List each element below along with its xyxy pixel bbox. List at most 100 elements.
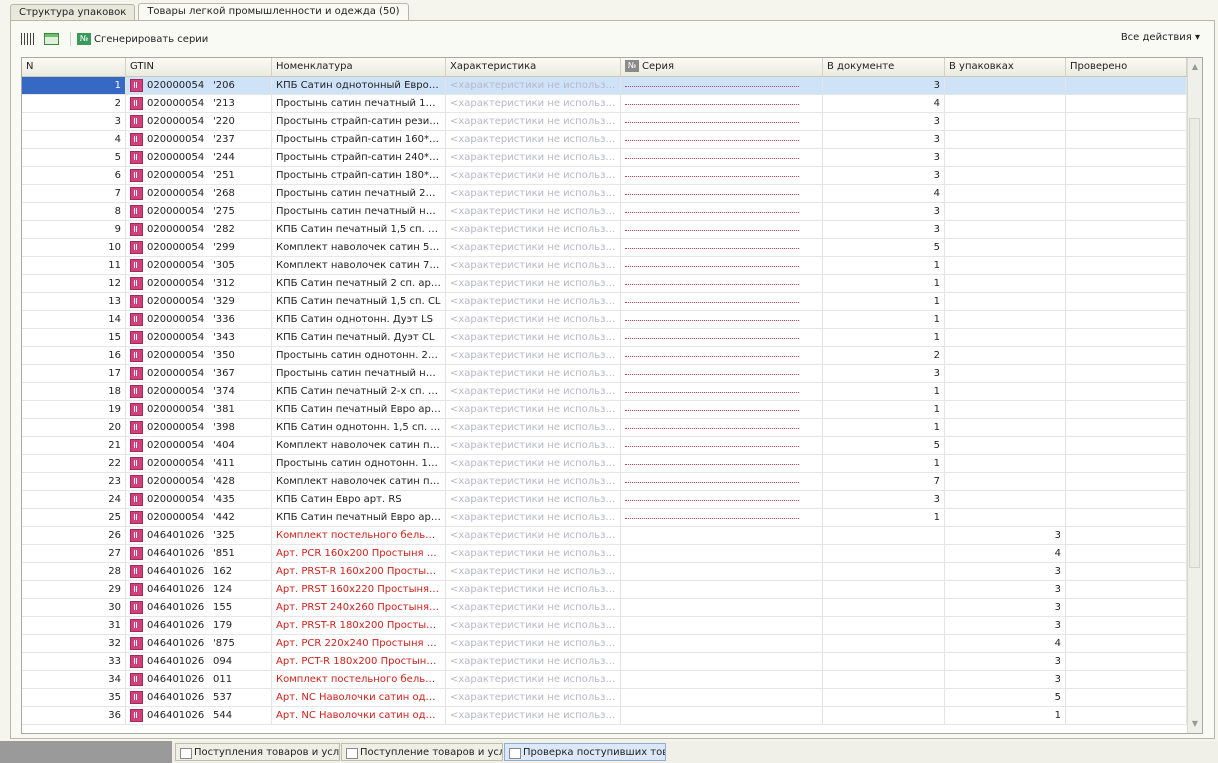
characteristic-cell[interactable]: <характеристики не используют... [446,239,621,256]
nomenclature-cell[interactable]: Простынь страйп-сатин 180*200 ... [272,167,446,184]
nomenclature-cell[interactable]: Простынь страйп-сатин резинке ... [272,113,446,130]
gtin-cell[interactable]: 020000054 '350 [126,347,272,364]
serie-cell[interactable] [621,473,823,490]
table-row[interactable]: 21 020000054 '404 Комплект наволочек сатин … [22,437,1187,455]
nomenclature-cell[interactable]: Простынь сатин печатный 160*2... [272,95,446,112]
gtin-cell[interactable]: 046401026 179 [126,617,272,634]
nomenclature-cell[interactable]: КПБ Сатин однотонный Евро 200... [272,77,446,94]
gtin-cell[interactable]: 020000054 '329 [126,293,272,310]
serie-cell[interactable] [621,347,823,364]
characteristic-cell[interactable]: <характеристики не используют... [446,95,621,112]
table-row[interactable]: 11 020000054 '305 Комплект наволочек сатин … [22,257,1187,275]
gtin-cell[interactable]: 046401026 537 [126,689,272,706]
gtin-cell[interactable]: 020000054 '411 [126,455,272,472]
gtin-cell[interactable]: 020000054 '220 [126,113,272,130]
characteristic-cell[interactable]: <характеристики не используют... [446,185,621,202]
table-row[interactable]: 2 020000054 '213 Простынь сатин печатный 16… [22,95,1187,113]
nomenclature-cell[interactable]: Простынь сатин однотонн. 240*2... [272,347,446,364]
nomenclature-cell[interactable]: Комплект наволочек сатин печат... [272,437,446,454]
serie-cell[interactable] [621,671,823,688]
gtin-cell[interactable]: 020000054 '244 [126,149,272,166]
generate-series-button[interactable]: № Сгенерировать серии [77,30,208,48]
nomenclature-cell[interactable]: КПБ Сатин печатный. Дуэт CL [272,329,446,346]
table-row[interactable]: 7 020000054 '268 Простынь сатин печатный 22… [22,185,1187,203]
table-row[interactable]: 29 046401026 124 Арт. PRST 160x220 Простыня… [22,581,1187,599]
serie-cell[interactable] [621,707,823,724]
nomenclature-cell[interactable]: Простынь сатин печатный 220*2... [272,185,446,202]
gtin-cell[interactable]: 020000054 '374 [126,383,272,400]
table-row[interactable]: 23 020000054 '428 Комплект наволочек сатин … [22,473,1187,491]
table-row[interactable]: 17 020000054 '367 Простынь сатин печатный н… [22,365,1187,383]
characteristic-cell[interactable]: <характеристики не используют... [446,653,621,670]
nomenclature-cell[interactable]: Комплект наволочек сатин 70*70... [272,257,446,274]
gtin-cell[interactable]: 046401026 '875 [126,635,272,652]
serie-cell[interactable] [621,635,823,652]
characteristic-cell[interactable]: <характеристики не используют... [446,509,621,526]
table-row[interactable]: 6 020000054 '251 Простынь страйп-сатин 180*… [22,167,1187,185]
characteristic-cell[interactable]: <характеристики не используют... [446,365,621,382]
table-row[interactable]: 31 046401026 179 Арт. PRST-R 180x200 Просты… [22,617,1187,635]
gtin-cell[interactable]: 046401026 162 [126,563,272,580]
serie-cell[interactable] [621,293,823,310]
characteristic-cell[interactable]: <характеристики не используют... [446,599,621,616]
table-row[interactable]: 35 046401026 537 Арт. NC Наволочки сатин од… [22,689,1187,707]
nomenclature-cell[interactable]: Арт. PCR 220x240 Простыня кла... [272,635,446,652]
characteristic-cell[interactable]: <характеристики не используют... [446,167,621,184]
nomenclature-cell[interactable]: Арт. PRST-R 180x200 Простыня ... [272,617,446,634]
serie-cell[interactable] [621,581,823,598]
col-n[interactable]: N [22,58,126,76]
gtin-cell[interactable]: 020000054 '268 [126,185,272,202]
serie-cell[interactable] [621,221,823,238]
nomenclature-cell[interactable]: КПБ Сатин печатный 1,5 сп. арт. С [272,221,446,238]
serie-cell[interactable] [621,383,823,400]
table-row[interactable]: 15 020000054 '343 КПБ Сатин печатный. Дуэт … [22,329,1187,347]
characteristic-cell[interactable]: <характеристики не используют... [446,77,621,94]
table-row[interactable]: 32 046401026 '875 Арт. PCR 220x240 Простыня… [22,635,1187,653]
table-row[interactable]: 4 020000054 '237 Простынь страйп-сатин 160*… [22,131,1187,149]
table-row[interactable]: 30 046401026 155 Арт. PRST 240x260 Простыня… [22,599,1187,617]
serie-cell[interactable] [621,599,823,616]
gtin-cell[interactable]: 020000054 '213 [126,95,272,112]
table-row[interactable]: 10 020000054 '299 Комплект наволочек сатин … [22,239,1187,257]
characteristic-cell[interactable]: <характеристики не используют... [446,617,621,634]
table-row[interactable]: 16 020000054 '350 Простынь сатин однотонн. … [22,347,1187,365]
table-row[interactable]: 34 046401026 011 Комплект постельного белья… [22,671,1187,689]
characteristic-cell[interactable]: <характеристики не используют... [446,131,621,148]
gtin-cell[interactable]: 020000054 '206 [126,77,272,94]
characteristic-cell[interactable]: <характеристики не используют... [446,473,621,490]
serie-cell[interactable] [621,185,823,202]
characteristic-cell[interactable]: <характеристики не используют... [446,311,621,328]
taskbar-receipt-doc[interactable]: Поступление товаров и услу... [341,743,503,761]
table-row[interactable]: 5 020000054 '244 Простынь страйп-сатин 240*… [22,149,1187,167]
nomenclature-cell[interactable]: Простынь страйп-сатин 240*260 ... [272,149,446,166]
characteristic-cell[interactable]: <характеристики не используют... [446,545,621,562]
gtin-cell[interactable]: 020000054 '299 [126,239,272,256]
nomenclature-cell[interactable]: Арт. PCR 160x200 Простыня кла... [272,545,446,562]
gtin-cell[interactable]: 046401026 155 [126,599,272,616]
serie-cell[interactable] [621,167,823,184]
table-row[interactable]: 1 020000054 '206 КПБ Сатин однотонный Евро … [22,77,1187,95]
table-row[interactable]: 9 020000054 '282 КПБ Сатин печатный 1,5 сп.… [22,221,1187,239]
characteristic-cell[interactable]: <характеристики не используют... [446,671,621,688]
characteristic-cell[interactable]: <характеристики не используют... [446,455,621,472]
serie-cell[interactable] [621,311,823,328]
taskbar-check-received[interactable]: Проверка поступивших това... [504,743,666,761]
scrollbar-thumb[interactable] [1189,118,1200,568]
table-row[interactable]: 36 046401026 544 Арт. NC Наволочки сатин од… [22,707,1187,725]
gtin-cell[interactable]: 020000054 '367 [126,365,272,382]
col-gtin[interactable]: GTIN [126,58,272,76]
serie-cell[interactable] [621,509,823,526]
nomenclature-cell[interactable]: Арт. NC Наволочки сатин однот... [272,707,446,724]
characteristic-cell[interactable]: <характеристики не используют... [446,401,621,418]
nomenclature-cell[interactable]: Арт. NC Наволочки сатин одното... [272,689,446,706]
table-row[interactable]: 26 046401026 '325 Комплект постельного бель… [22,527,1187,545]
gtin-cell[interactable]: 046401026 '851 [126,545,272,562]
table-row[interactable]: 18 020000054 '374 КПБ Сатин печатный 2-х сп… [22,383,1187,401]
table-row[interactable]: 12 020000054 '312 КПБ Сатин печатный 2 сп. … [22,275,1187,293]
gtin-cell[interactable]: 020000054 '381 [126,401,272,418]
characteristic-cell[interactable]: <характеристики не используют... [446,293,621,310]
characteristic-cell[interactable]: <характеристики не используют... [446,203,621,220]
table-row[interactable]: 19 020000054 '381 КПБ Сатин печатный Евро а… [22,401,1187,419]
scroll-down-icon[interactable]: ▼ [1190,719,1200,729]
nomenclature-cell[interactable]: Арт. PRST 240x260 Простыня ст... [272,599,446,616]
